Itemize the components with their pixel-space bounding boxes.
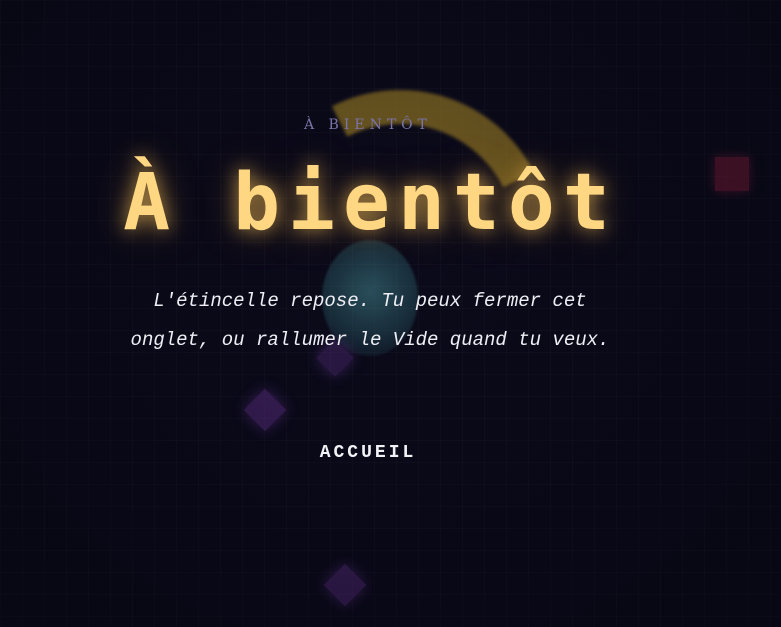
farewell-message: L'étincelle repose. Tu peux fermer cet o… (130, 290, 610, 351)
home-link[interactable]: ACCUEIL (0, 443, 736, 463)
page-title: À bientôt (123, 158, 618, 248)
eyebrow-label: À BIENTÔT (303, 117, 432, 133)
